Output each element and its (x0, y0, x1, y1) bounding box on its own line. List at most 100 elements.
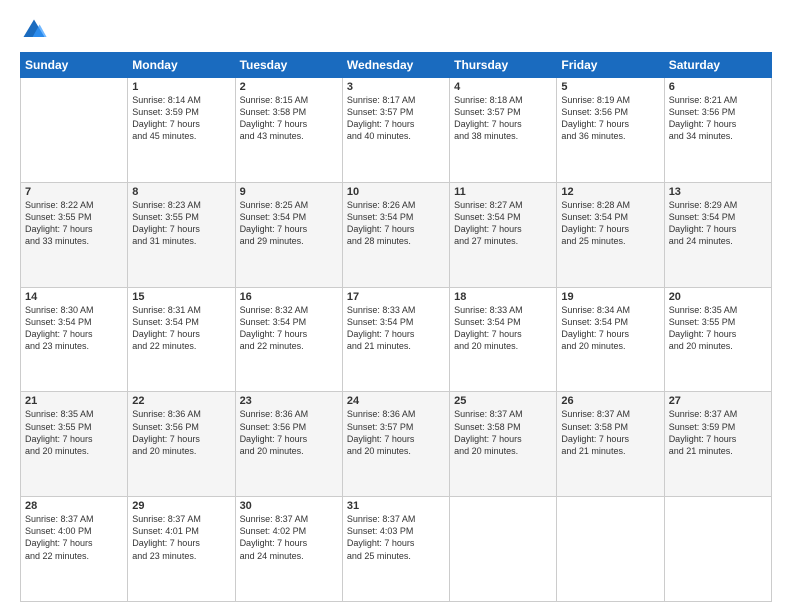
cell-info: Sunrise: 8:37 AM Sunset: 4:01 PM Dayligh… (132, 513, 230, 562)
calendar-cell: 26Sunrise: 8:37 AM Sunset: 3:58 PM Dayli… (557, 392, 664, 497)
weekday-wednesday: Wednesday (342, 53, 449, 78)
cell-info: Sunrise: 8:30 AM Sunset: 3:54 PM Dayligh… (25, 304, 123, 353)
day-number: 20 (669, 291, 767, 303)
cell-info: Sunrise: 8:34 AM Sunset: 3:54 PM Dayligh… (561, 304, 659, 353)
day-number: 4 (454, 81, 552, 93)
weekday-tuesday: Tuesday (235, 53, 342, 78)
cell-info: Sunrise: 8:37 AM Sunset: 3:58 PM Dayligh… (561, 408, 659, 457)
day-number: 22 (132, 395, 230, 407)
calendar-cell: 5Sunrise: 8:19 AM Sunset: 3:56 PM Daylig… (557, 78, 664, 183)
day-number: 28 (25, 500, 123, 512)
day-number: 17 (347, 291, 445, 303)
week-row-3: 14Sunrise: 8:30 AM Sunset: 3:54 PM Dayli… (21, 287, 772, 392)
calendar-cell: 24Sunrise: 8:36 AM Sunset: 3:57 PM Dayli… (342, 392, 449, 497)
logo (20, 16, 52, 44)
cell-info: Sunrise: 8:14 AM Sunset: 3:59 PM Dayligh… (132, 94, 230, 143)
day-number: 24 (347, 395, 445, 407)
cell-info: Sunrise: 8:37 AM Sunset: 3:58 PM Dayligh… (454, 408, 552, 457)
cell-info: Sunrise: 8:37 AM Sunset: 4:00 PM Dayligh… (25, 513, 123, 562)
calendar-cell (557, 497, 664, 602)
page: SundayMondayTuesdayWednesdayThursdayFrid… (0, 0, 792, 612)
calendar-cell: 8Sunrise: 8:23 AM Sunset: 3:55 PM Daylig… (128, 182, 235, 287)
cell-info: Sunrise: 8:19 AM Sunset: 3:56 PM Dayligh… (561, 94, 659, 143)
calendar-cell: 16Sunrise: 8:32 AM Sunset: 3:54 PM Dayli… (235, 287, 342, 392)
cell-info: Sunrise: 8:25 AM Sunset: 3:54 PM Dayligh… (240, 199, 338, 248)
day-number: 16 (240, 291, 338, 303)
day-number: 18 (454, 291, 552, 303)
day-number: 3 (347, 81, 445, 93)
calendar-cell: 7Sunrise: 8:22 AM Sunset: 3:55 PM Daylig… (21, 182, 128, 287)
cell-info: Sunrise: 8:27 AM Sunset: 3:54 PM Dayligh… (454, 199, 552, 248)
day-number: 9 (240, 186, 338, 198)
header (20, 16, 772, 44)
cell-info: Sunrise: 8:22 AM Sunset: 3:55 PM Dayligh… (25, 199, 123, 248)
cell-info: Sunrise: 8:15 AM Sunset: 3:58 PM Dayligh… (240, 94, 338, 143)
calendar-cell: 4Sunrise: 8:18 AM Sunset: 3:57 PM Daylig… (450, 78, 557, 183)
cell-info: Sunrise: 8:35 AM Sunset: 3:55 PM Dayligh… (669, 304, 767, 353)
calendar-cell: 6Sunrise: 8:21 AM Sunset: 3:56 PM Daylig… (664, 78, 771, 183)
day-number: 29 (132, 500, 230, 512)
cell-info: Sunrise: 8:26 AM Sunset: 3:54 PM Dayligh… (347, 199, 445, 248)
calendar-cell (21, 78, 128, 183)
calendar-cell: 21Sunrise: 8:35 AM Sunset: 3:55 PM Dayli… (21, 392, 128, 497)
day-number: 14 (25, 291, 123, 303)
weekday-thursday: Thursday (450, 53, 557, 78)
weekday-sunday: Sunday (21, 53, 128, 78)
calendar-cell: 3Sunrise: 8:17 AM Sunset: 3:57 PM Daylig… (342, 78, 449, 183)
cell-info: Sunrise: 8:37 AM Sunset: 3:59 PM Dayligh… (669, 408, 767, 457)
cell-info: Sunrise: 8:36 AM Sunset: 3:56 PM Dayligh… (240, 408, 338, 457)
cell-info: Sunrise: 8:32 AM Sunset: 3:54 PM Dayligh… (240, 304, 338, 353)
day-number: 23 (240, 395, 338, 407)
day-number: 21 (25, 395, 123, 407)
calendar-cell: 10Sunrise: 8:26 AM Sunset: 3:54 PM Dayli… (342, 182, 449, 287)
cell-info: Sunrise: 8:36 AM Sunset: 3:57 PM Dayligh… (347, 408, 445, 457)
day-number: 1 (132, 81, 230, 93)
cell-info: Sunrise: 8:31 AM Sunset: 3:54 PM Dayligh… (132, 304, 230, 353)
day-number: 27 (669, 395, 767, 407)
week-row-1: 1Sunrise: 8:14 AM Sunset: 3:59 PM Daylig… (21, 78, 772, 183)
weekday-friday: Friday (557, 53, 664, 78)
calendar-cell (450, 497, 557, 602)
cell-info: Sunrise: 8:33 AM Sunset: 3:54 PM Dayligh… (454, 304, 552, 353)
calendar-cell: 18Sunrise: 8:33 AM Sunset: 3:54 PM Dayli… (450, 287, 557, 392)
calendar-cell: 31Sunrise: 8:37 AM Sunset: 4:03 PM Dayli… (342, 497, 449, 602)
calendar-cell: 29Sunrise: 8:37 AM Sunset: 4:01 PM Dayli… (128, 497, 235, 602)
calendar-cell: 20Sunrise: 8:35 AM Sunset: 3:55 PM Dayli… (664, 287, 771, 392)
day-number: 8 (132, 186, 230, 198)
cell-info: Sunrise: 8:28 AM Sunset: 3:54 PM Dayligh… (561, 199, 659, 248)
day-number: 5 (561, 81, 659, 93)
calendar-cell: 11Sunrise: 8:27 AM Sunset: 3:54 PM Dayli… (450, 182, 557, 287)
calendar-cell: 13Sunrise: 8:29 AM Sunset: 3:54 PM Dayli… (664, 182, 771, 287)
week-row-2: 7Sunrise: 8:22 AM Sunset: 3:55 PM Daylig… (21, 182, 772, 287)
weekday-saturday: Saturday (664, 53, 771, 78)
calendar-cell: 2Sunrise: 8:15 AM Sunset: 3:58 PM Daylig… (235, 78, 342, 183)
cell-info: Sunrise: 8:33 AM Sunset: 3:54 PM Dayligh… (347, 304, 445, 353)
calendar-cell: 14Sunrise: 8:30 AM Sunset: 3:54 PM Dayli… (21, 287, 128, 392)
calendar-table: SundayMondayTuesdayWednesdayThursdayFrid… (20, 52, 772, 602)
day-number: 2 (240, 81, 338, 93)
day-number: 26 (561, 395, 659, 407)
day-number: 31 (347, 500, 445, 512)
cell-info: Sunrise: 8:21 AM Sunset: 3:56 PM Dayligh… (669, 94, 767, 143)
calendar-cell: 27Sunrise: 8:37 AM Sunset: 3:59 PM Dayli… (664, 392, 771, 497)
day-number: 19 (561, 291, 659, 303)
day-number: 13 (669, 186, 767, 198)
cell-info: Sunrise: 8:37 AM Sunset: 4:02 PM Dayligh… (240, 513, 338, 562)
day-number: 15 (132, 291, 230, 303)
cell-info: Sunrise: 8:18 AM Sunset: 3:57 PM Dayligh… (454, 94, 552, 143)
calendar-cell: 12Sunrise: 8:28 AM Sunset: 3:54 PM Dayli… (557, 182, 664, 287)
calendar-cell: 9Sunrise: 8:25 AM Sunset: 3:54 PM Daylig… (235, 182, 342, 287)
cell-info: Sunrise: 8:17 AM Sunset: 3:57 PM Dayligh… (347, 94, 445, 143)
weekday-header-row: SundayMondayTuesdayWednesdayThursdayFrid… (21, 53, 772, 78)
day-number: 11 (454, 186, 552, 198)
cell-info: Sunrise: 8:29 AM Sunset: 3:54 PM Dayligh… (669, 199, 767, 248)
weekday-monday: Monday (128, 53, 235, 78)
day-number: 10 (347, 186, 445, 198)
day-number: 6 (669, 81, 767, 93)
calendar-cell: 15Sunrise: 8:31 AM Sunset: 3:54 PM Dayli… (128, 287, 235, 392)
day-number: 30 (240, 500, 338, 512)
day-number: 7 (25, 186, 123, 198)
calendar-cell: 1Sunrise: 8:14 AM Sunset: 3:59 PM Daylig… (128, 78, 235, 183)
calendar-cell: 22Sunrise: 8:36 AM Sunset: 3:56 PM Dayli… (128, 392, 235, 497)
cell-info: Sunrise: 8:23 AM Sunset: 3:55 PM Dayligh… (132, 199, 230, 248)
